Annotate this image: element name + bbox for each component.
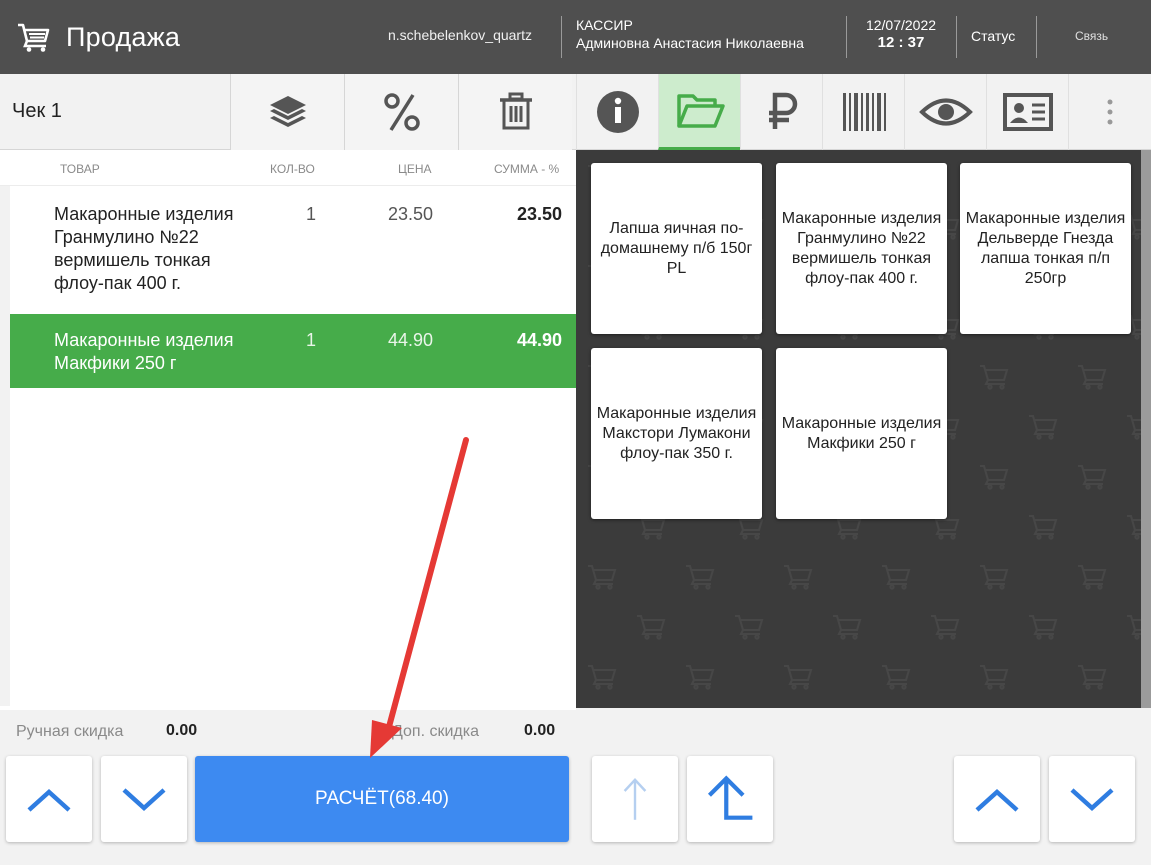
- time: 12 : 37: [877, 34, 925, 51]
- product-grid-scrollbar[interactable]: [1141, 150, 1151, 708]
- percent-icon: [383, 93, 420, 131]
- row-qty: 1: [306, 204, 317, 224]
- product-tile[interactable]: Макаронные изделия Дельверде Гнезда лапш…: [960, 163, 1131, 334]
- user-login: n.schebelenkov_quartz: [388, 27, 532, 43]
- tab-more[interactable]: [1068, 74, 1150, 150]
- catalog-actions: [576, 708, 1151, 865]
- receipt-column-header: ТОВАР КОЛ-ВО ЦЕНА СУММА - %: [0, 150, 576, 186]
- id-card-icon: [1002, 93, 1053, 131]
- discount-bar: Ручная скидка 0.00 Доп. скидка 0.00: [0, 710, 576, 756]
- chevron-up-icon: [975, 788, 1019, 812]
- receipt-panel: Чек 1 ТОВАР КОЛ-ВО ЦЕНА СУММА - % Макаро…: [0, 74, 576, 865]
- product-grid: Лапша яичная по-домашнему п/б 150г PL Ма…: [576, 150, 1141, 708]
- extra-discount-label: Доп. скидка: [392, 723, 479, 740]
- arrow-up-icon: [623, 778, 647, 820]
- ruble-icon: [768, 92, 797, 129]
- root-folder-button[interactable]: [592, 756, 678, 842]
- status-button[interactable]: Статус: [971, 28, 1015, 44]
- page-title: Продажа: [66, 21, 181, 52]
- column-sum: СУММА - %: [494, 162, 560, 176]
- chevron-down-icon: [122, 788, 166, 812]
- header-divider: [1036, 16, 1037, 58]
- row-name: Макаронные изделия Макфики 250 г: [54, 330, 234, 373]
- parent-folder-button[interactable]: [687, 756, 773, 842]
- row-price: 23.50: [388, 204, 434, 224]
- barcode-icon: [842, 93, 886, 131]
- product-tile[interactable]: Лапша яичная по-домашнему п/б 150г PL: [591, 163, 762, 334]
- level-up-icon: [707, 775, 753, 820]
- layers-button[interactable]: [230, 74, 344, 150]
- column-qty: КОЛ-ВО: [270, 162, 315, 176]
- discount-button[interactable]: [344, 74, 458, 150]
- tab-barcode[interactable]: [822, 74, 904, 150]
- table-row-selected[interactable]: Макаронные изделия Макфики 250 г 1 44.90…: [10, 314, 576, 388]
- receipt-toolbar: Чек 1: [0, 74, 576, 150]
- app-header: Продажа n.schebelenkov_quartz КАССИР Адм…: [0, 0, 1151, 74]
- receipt-scrollbar[interactable]: [0, 186, 10, 706]
- receipt-actions: РАСЧЁТ(68.40): [0, 756, 576, 865]
- row-sum: 44.90: [516, 330, 562, 350]
- catalog-scroll-down-button[interactable]: [1049, 756, 1135, 842]
- row-price: 44.90: [388, 330, 434, 350]
- header-divider: [846, 16, 847, 58]
- product-tile[interactable]: Макаронные изделия Гранмулино №22 вермиш…: [776, 163, 947, 334]
- scroll-up-button[interactable]: [6, 756, 92, 842]
- row-sum: 23.50: [516, 204, 562, 224]
- row-name: Макаронные изделия Гранмулино №22 вермиш…: [54, 204, 234, 293]
- catalog-panel: Лапша яичная по-домашнему п/б 150г PL Ма…: [576, 74, 1151, 865]
- folder-open-icon: [676, 93, 725, 128]
- delete-button[interactable]: [458, 74, 572, 150]
- brand: Продажа: [0, 0, 180, 74]
- chevron-down-icon: [1070, 788, 1114, 812]
- connection-button[interactable]: Связь: [1075, 29, 1108, 43]
- extra-discount-value: 0.00: [524, 722, 556, 739]
- tab-catalog[interactable]: [658, 74, 740, 150]
- tab-price[interactable]: [740, 74, 822, 150]
- scroll-down-button[interactable]: [101, 756, 187, 842]
- column-item: ТОВАР: [60, 162, 100, 176]
- product-tile[interactable]: Макаронные изделия Макстори Лумакони фло…: [591, 348, 762, 519]
- eye-icon: [918, 98, 973, 126]
- trash-icon: [499, 92, 532, 130]
- tab-customer[interactable]: [986, 74, 1068, 150]
- info-icon: [596, 91, 639, 133]
- column-price: ЦЕНА: [398, 162, 432, 176]
- product-tile[interactable]: Макаронные изделия Макфики 250 г: [776, 348, 947, 519]
- more-vertical-icon: [1107, 99, 1112, 125]
- chevron-up-icon: [27, 788, 71, 812]
- cashier-role: КАССИР: [576, 17, 633, 33]
- manual-discount-value: 0.00: [166, 722, 198, 739]
- shopping-cart-icon: [18, 23, 50, 52]
- catalog-tabs: [576, 74, 1151, 150]
- pay-button[interactable]: РАСЧЁТ(68.40): [195, 756, 569, 842]
- date: 12/07/2022: [865, 17, 937, 33]
- manual-discount-label: Ручная скидка: [16, 723, 124, 740]
- cashier-info: КАССИР Админовна Анастасия Николаевна: [576, 16, 804, 52]
- table-row[interactable]: Макаронные изделия Гранмулино №22 вермиш…: [10, 203, 576, 313]
- layers-icon: [269, 96, 306, 127]
- tab-info[interactable]: [576, 74, 658, 150]
- datetime: 12/07/2022 12 : 37: [858, 16, 944, 52]
- row-qty: 1: [306, 330, 317, 350]
- receipt-title[interactable]: Чек 1: [12, 100, 62, 123]
- cashier-name: Админовна Анастасия Николаевна: [576, 35, 804, 51]
- tab-view[interactable]: [904, 74, 986, 150]
- catalog-scroll-up-button[interactable]: [954, 756, 1040, 842]
- header-divider: [956, 16, 957, 58]
- header-divider: [561, 16, 562, 58]
